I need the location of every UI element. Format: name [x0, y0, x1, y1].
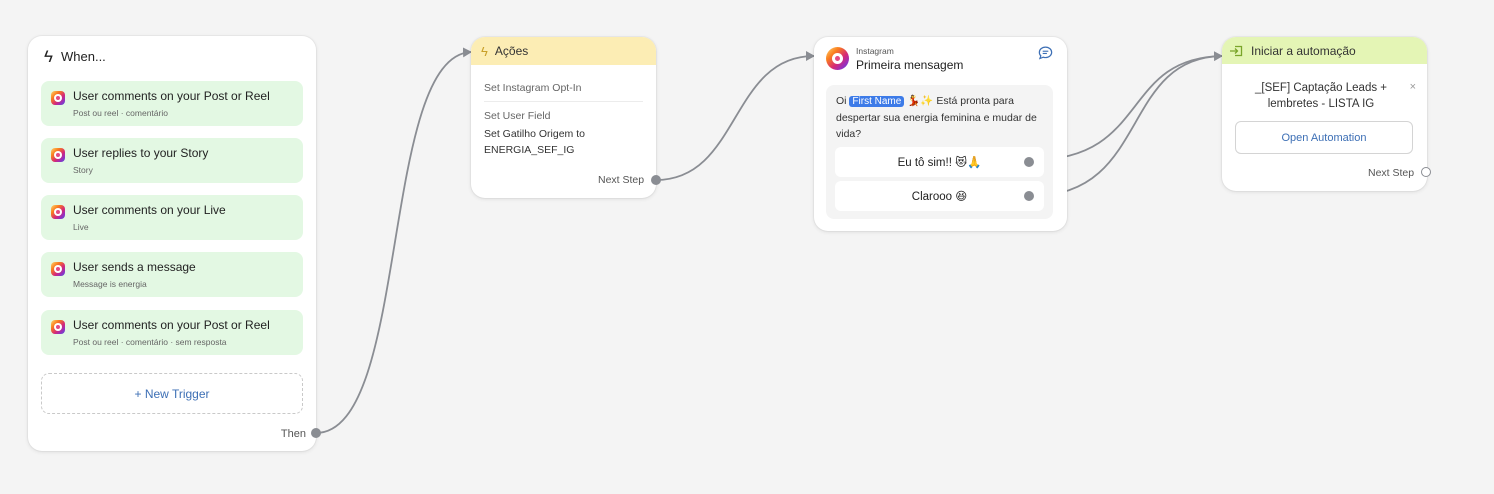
trigger-node[interactable]: ϟ When... User comments on your Post or …	[28, 36, 316, 451]
trigger-item-title: User comments on your Live	[73, 203, 226, 217]
message-bubble: Oi First Name 💃✨ Está pronta para desper…	[826, 85, 1053, 219]
acoes-title: Ações	[494, 44, 529, 58]
trigger-item[interactable]: User replies to your Story Story	[41, 138, 303, 183]
connector-trigger-to-acoes	[315, 47, 472, 434]
quick-reply-button[interactable]: Eu tô sim!! 😻🙏	[835, 147, 1044, 177]
then-output-port[interactable]	[311, 428, 321, 438]
instagram-icon	[51, 205, 65, 219]
acoes-next-step-port[interactable]	[651, 175, 661, 185]
quick-reply-output-port[interactable]	[1024, 191, 1034, 201]
then-label: Then	[280, 428, 306, 440]
acoes-node[interactable]: ϟ Ações Set Instagram Opt-In Set User Fi…	[471, 37, 656, 198]
flow-canvas[interactable]: ϟ When... User comments on your Post or …	[0, 0, 1494, 494]
next-step-label: Next Step	[1368, 167, 1415, 179]
node-title: Primeira mensagem	[856, 58, 964, 72]
new-trigger-button[interactable]: + New Trigger	[41, 373, 303, 414]
start-automation-node[interactable]: Iniciar a automação _[SEF] Captação Lead…	[1222, 37, 1427, 191]
first-name-tag: First Name	[849, 96, 905, 107]
trigger-item[interactable]: User comments on your Live Live	[41, 195, 303, 240]
lightning-bolt-icon: ϟ	[481, 43, 488, 59]
trigger-item-title: User comments on your Post or Reel	[73, 318, 270, 332]
action-set-field-label: Set User Field	[484, 110, 551, 122]
trigger-title: When...	[61, 49, 106, 64]
connector-acoes-to-instagram	[655, 51, 815, 181]
quick-reply-button[interactable]: Clarooo 😆	[835, 181, 1044, 211]
instagram-icon	[51, 262, 65, 276]
start-automation-header: Iniciar a automação	[1222, 37, 1427, 64]
instagram-icon	[51, 320, 65, 334]
trigger-item-subtitle: Story	[73, 165, 93, 175]
trigger-header: ϟ When...	[44, 48, 106, 65]
action-opt-in: Set Instagram Opt-In	[484, 82, 582, 94]
message-emoji: 💃✨	[907, 95, 934, 107]
enter-arrow-icon	[1230, 45, 1243, 56]
message-text: Oi First Name 💃✨ Está pronta para desper…	[836, 93, 1046, 142]
next-step-label: Next Step	[598, 174, 645, 186]
action-set-field-value: Set Gatilho Origem to ENERGIA_SEF_IG	[484, 128, 585, 156]
divider	[484, 101, 643, 102]
instagram-icon	[51, 148, 65, 162]
quick-reply-label: Eu tô sim!! 😻🙏	[897, 157, 982, 169]
acoes-header: ϟ Ações	[471, 37, 656, 65]
message-prefix: Oi	[836, 95, 847, 107]
instagram-message-node[interactable]: Instagram Primeira mensagem Oi First Nam…	[814, 37, 1067, 231]
trigger-item-title: User sends a message	[73, 260, 196, 274]
chat-bubble-icon	[1038, 46, 1053, 60]
trigger-item[interactable]: User comments on your Post or Reel Post …	[41, 81, 303, 126]
open-automation-button[interactable]: Open Automation	[1235, 121, 1413, 154]
instagram-icon	[826, 47, 849, 70]
trigger-item-subtitle: Post ou reel · comentário	[73, 108, 168, 118]
quick-reply-label: Clarooo 😆	[911, 191, 968, 203]
start-automation-next-step-port[interactable]	[1421, 167, 1431, 177]
node-platform-label: Instagram	[856, 46, 894, 56]
close-icon[interactable]: ×	[1410, 81, 1416, 93]
trigger-item-subtitle: Live	[73, 222, 89, 232]
lightning-bolt-icon: ϟ	[44, 47, 53, 66]
instagram-icon	[51, 91, 65, 105]
start-automation-title: Iniciar a automação	[1251, 43, 1356, 58]
trigger-item-subtitle: Post ou reel · comentário · sem resposta	[73, 337, 227, 347]
quick-reply-output-port[interactable]	[1024, 157, 1034, 167]
trigger-item-subtitle: Message is energia	[73, 279, 147, 289]
trigger-item-title: User comments on your Post or Reel	[73, 89, 270, 103]
trigger-item[interactable]: User comments on your Post or Reel Post …	[41, 310, 303, 355]
trigger-item[interactable]: User sends a message Message is energia	[41, 252, 303, 297]
trigger-item-title: User replies to your Story	[73, 146, 209, 160]
automation-name: _[SEF] Captação Leads + lembretes - LIST…	[1254, 82, 1387, 110]
